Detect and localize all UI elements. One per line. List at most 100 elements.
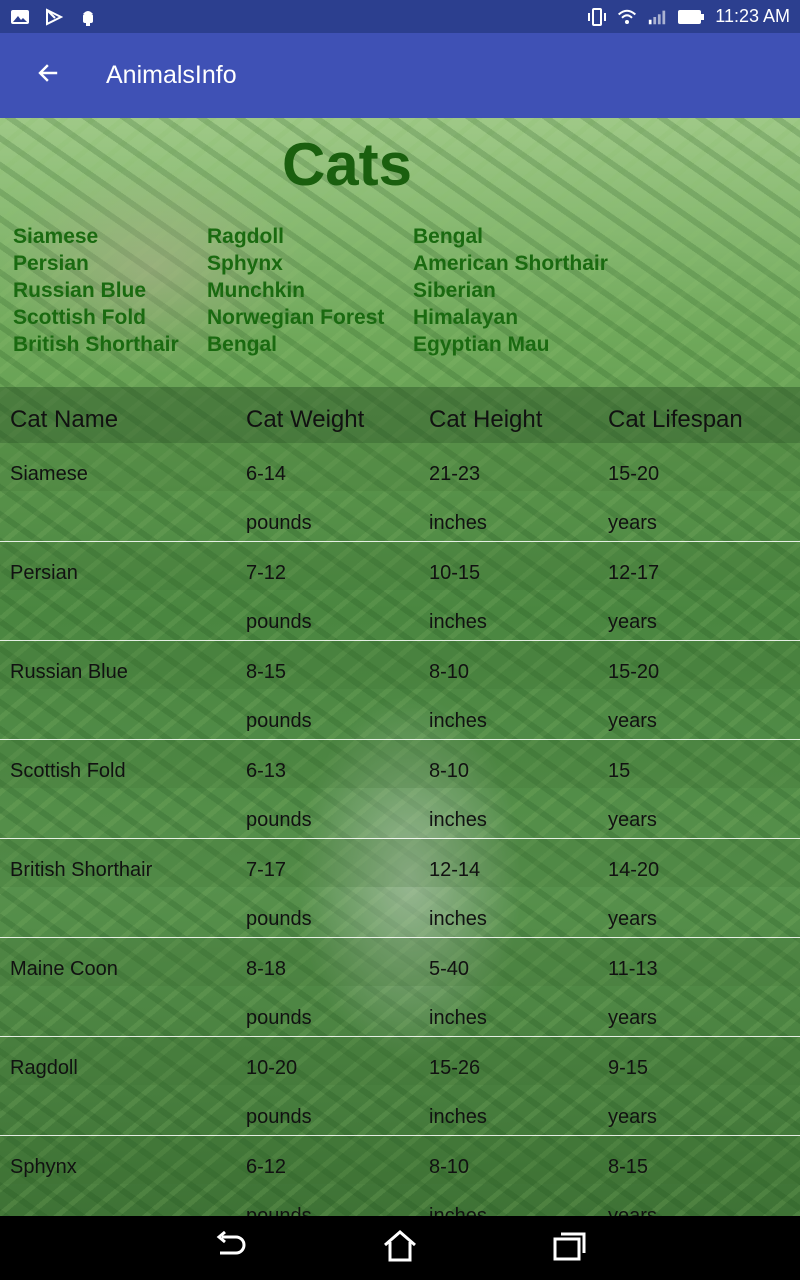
lifespan-unit: years [608, 611, 657, 633]
height-unit: inches [429, 908, 487, 930]
table-row: Sphynx 6-12 8-10 8-15 pounds inches year… [0, 1136, 800, 1216]
table-row: Siamese 6-14 21-23 15-20 pounds inches y… [0, 443, 800, 542]
cat-height: 21-23 [429, 463, 481, 485]
table-row: British Shorthair 7-17 12-14 14-20 pound… [0, 839, 800, 938]
cat-weight: 8-18 [246, 958, 287, 980]
cat-name: Siamese [10, 463, 88, 485]
content-area[interactable]: Cats Siamese Persian Russian Blue Scotti… [0, 118, 800, 1216]
cat-name: British Shorthair [10, 859, 153, 881]
weight-unit: pounds [246, 809, 312, 831]
table-row: Scottish Fold 6-13 8-10 15 pounds inches… [0, 740, 800, 839]
breed-item: Siamese [13, 225, 99, 248]
lifespan-unit: years [608, 710, 657, 732]
cat-weight: 6-12 [246, 1156, 287, 1178]
cat-weight: 7-17 [246, 859, 287, 881]
cat-lifespan: 8-15 [608, 1156, 649, 1178]
cat-height: 8-10 [429, 661, 470, 683]
lifespan-unit: years [608, 908, 657, 930]
cat-table: Cat Name Cat Weight Cat Height Cat Lifes… [0, 387, 800, 1216]
cat-lifespan: 15-20 [608, 661, 660, 683]
weight-unit: pounds [246, 710, 312, 732]
breed-item: Munchkin [207, 279, 305, 302]
cat-lifespan: 9-15 [608, 1057, 649, 1079]
page-heading: Cats [281, 131, 413, 198]
table-row: Persian 7-12 10-15 12-17 pounds inches y… [0, 542, 800, 641]
lifespan-unit: years [608, 809, 657, 831]
breed-item: Himalayan [413, 306, 519, 329]
height-unit: inches [429, 611, 487, 633]
cat-lifespan: 11-13 [608, 958, 658, 980]
weight-unit: pounds [246, 1205, 312, 1216]
back-nav-icon [212, 1230, 248, 1266]
table-row: Ragdoll 10-20 15-26 9-15 pounds inches y… [0, 1037, 800, 1136]
android-debug-icon [78, 8, 98, 26]
cat-weight: 10-20 [246, 1057, 298, 1079]
cat-lifespan: 12-17 [608, 562, 660, 584]
weight-unit: pounds [246, 1007, 312, 1029]
arrow-left-icon [36, 61, 60, 90]
cat-height: 5-40 [429, 958, 470, 980]
gallery-icon [10, 8, 30, 26]
cat-name: Scottish Fold [10, 760, 126, 782]
cat-weight: 8-15 [246, 661, 287, 683]
table-header: Cat Name Cat Weight Cat Height Cat Lifes… [0, 387, 800, 443]
app-bar: AnimalsInfo [0, 33, 800, 118]
recents-nav-button[interactable] [550, 1228, 590, 1268]
status-bar: 11:23 AM [0, 0, 800, 33]
breed-item: Egyptian Mau [413, 333, 550, 356]
cat-height: 15-26 [429, 1057, 481, 1079]
cat-weight: 6-14 [246, 463, 287, 485]
lifespan-unit: years [608, 1205, 657, 1216]
column-header-name: Cat Name [10, 406, 119, 433]
breed-column-1: Siamese Persian Russian Blue Scottish Fo… [13, 223, 179, 358]
cat-lifespan: 14-20 [608, 859, 660, 881]
height-unit: inches [429, 1007, 487, 1029]
cat-name: Ragdoll [10, 1057, 78, 1079]
status-right-icons: 11:23 AM [587, 6, 790, 27]
weight-unit: pounds [246, 1106, 312, 1128]
breed-item: Siberian [413, 279, 496, 302]
recents-icon [553, 1231, 587, 1266]
column-header-height: Cat Height [429, 406, 543, 433]
signal-icon [647, 8, 667, 26]
cat-height: 12-14 [429, 859, 481, 881]
app-title: AnimalsInfo [106, 61, 237, 89]
home-icon [382, 1229, 418, 1268]
breed-item: Persian [13, 252, 89, 275]
height-unit: inches [429, 710, 487, 732]
cat-height: 8-10 [429, 1156, 470, 1178]
weight-unit: pounds [246, 512, 312, 534]
lifespan-unit: years [608, 1106, 657, 1128]
back-nav-button[interactable] [210, 1228, 250, 1268]
lifespan-unit: years [608, 1007, 657, 1029]
lifespan-unit: years [608, 512, 657, 534]
height-unit: inches [429, 512, 487, 534]
table-row: Russian Blue 8-15 8-10 15-20 pounds inch… [0, 641, 800, 740]
status-time: 11:23 AM [715, 6, 790, 26]
breed-item: Scottish Fold [13, 306, 146, 329]
play-store-icon [44, 7, 64, 26]
navigation-bar [0, 1216, 800, 1280]
height-unit: inches [429, 809, 487, 831]
breed-column-3: Bengal American Shorthair Siberian Himal… [413, 223, 608, 358]
wifi-icon [617, 8, 637, 26]
breed-item: Russian Blue [13, 279, 147, 302]
breed-column-2: Ragdoll Sphynx Munchkin Norwegian Forest… [207, 223, 384, 358]
home-nav-button[interactable] [380, 1228, 420, 1268]
cat-name: Sphynx [10, 1156, 77, 1178]
breed-item: British Shorthair [13, 333, 179, 356]
cat-lifespan: 15 [608, 760, 631, 782]
column-header-weight: Cat Weight [246, 406, 365, 433]
breed-item: Norwegian Forest [207, 306, 385, 329]
cat-name: Maine Coon [10, 958, 118, 980]
weight-unit: pounds [246, 611, 312, 633]
breed-item: Sphynx [207, 252, 283, 275]
weight-unit: pounds [246, 908, 312, 930]
table-row: Maine Coon 8-18 5-40 11-13 pounds inches… [0, 938, 800, 1037]
back-button[interactable] [0, 33, 96, 118]
height-unit: inches [429, 1106, 487, 1128]
vibrate-icon [587, 7, 607, 26]
breed-item: American Shorthair [413, 252, 608, 275]
cat-name: Persian [10, 562, 78, 584]
cat-weight: 7-12 [246, 562, 287, 584]
